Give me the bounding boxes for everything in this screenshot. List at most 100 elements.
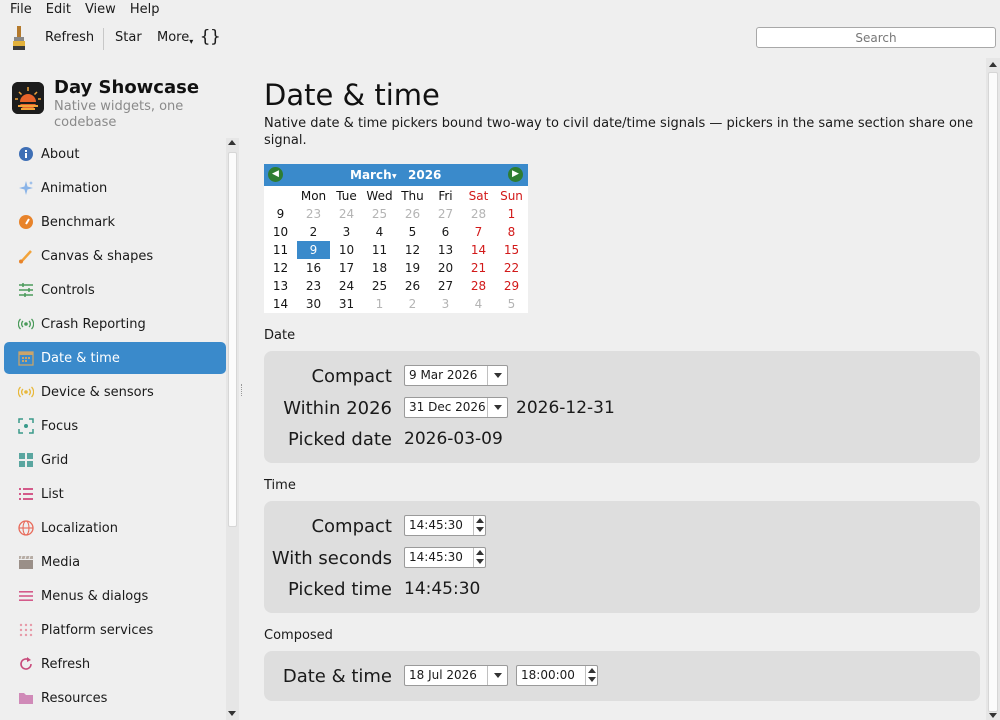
sidebar-item-focus[interactable]: Focus xyxy=(4,410,226,442)
calendar-year[interactable]: 2026 xyxy=(408,168,441,182)
more-button[interactable]: More▾ xyxy=(157,30,193,46)
menu-file[interactable]: File xyxy=(10,2,32,17)
scroll-down-arrow-icon[interactable] xyxy=(228,711,236,716)
calendar-day[interactable]: 28 xyxy=(462,277,495,295)
sidebar-scrollbar-thumb[interactable] xyxy=(228,152,237,527)
compact-date-picker[interactable]: 9 Mar 2026 xyxy=(404,365,508,386)
calendar-day[interactable]: 28 xyxy=(462,205,495,223)
sidebar-item-media[interactable]: Media xyxy=(4,546,226,578)
calendar-day[interactable]: 6 xyxy=(429,223,462,241)
calendar-day[interactable]: 29 xyxy=(495,277,528,295)
calendar-day[interactable]: 1 xyxy=(363,295,396,313)
sidebar-item-device-sensors[interactable]: Device & sensors xyxy=(4,376,226,408)
weekday-header: Wed xyxy=(366,189,393,203)
star-button[interactable]: Star xyxy=(115,30,142,45)
scroll-up-arrow-icon[interactable] xyxy=(228,140,236,145)
calendar-day[interactable]: 31 xyxy=(330,295,363,313)
sidebar-item-animation[interactable]: Animation xyxy=(4,172,226,204)
spin-arrows-icon[interactable] xyxy=(473,548,485,567)
calendar-day[interactable]: 8 xyxy=(495,223,528,241)
calendar-month[interactable]: March xyxy=(350,168,392,182)
menu-edit[interactable]: Edit xyxy=(46,2,71,17)
splitter-handle[interactable] xyxy=(241,384,243,396)
spin-arrows-icon[interactable] xyxy=(585,666,597,685)
sidebar-item-grid[interactable]: Grid xyxy=(4,444,226,476)
menu-help[interactable]: Help xyxy=(130,2,160,17)
calendar-day[interactable]: 1 xyxy=(495,205,528,223)
chevron-down-icon[interactable] xyxy=(487,398,507,417)
chevron-down-icon[interactable] xyxy=(487,666,507,685)
within-date-picker[interactable]: 31 Dec 2026 xyxy=(404,397,508,418)
scroll-down-arrow-icon[interactable] xyxy=(989,713,997,718)
calendar-day[interactable]: 14 xyxy=(462,241,495,259)
content-scrollbar-thumb[interactable] xyxy=(988,72,998,712)
spin-arrows-icon[interactable] xyxy=(473,516,485,535)
braces-button[interactable]: {} xyxy=(200,27,220,47)
calendar-day[interactable]: 11 xyxy=(363,241,396,259)
compact-time-picker[interactable]: 14:45:30 xyxy=(404,515,486,536)
refresh-button[interactable]: Refresh xyxy=(45,30,94,45)
sidebar-item-platform-services[interactable]: Platform services xyxy=(4,614,226,646)
calendar-day[interactable]: 23 xyxy=(297,205,330,223)
sidebar-item-localization[interactable]: Localization xyxy=(4,512,226,544)
calendar-day[interactable]: 25 xyxy=(363,277,396,295)
sidebar-item-crash-reporting[interactable]: Crash Reporting xyxy=(4,308,226,340)
calendar-day[interactable]: 26 xyxy=(396,277,429,295)
sidebar-item-canvas-shapes[interactable]: Canvas & shapes xyxy=(4,240,226,272)
calendar-day[interactable]: 26 xyxy=(396,205,429,223)
calendar-header: ◀ March ▼ 2026 ▶ xyxy=(264,164,528,186)
composed-time-picker[interactable]: 18:00:00 xyxy=(516,665,598,686)
sidebar-item-menus-dialogs[interactable]: Menus & dialogs xyxy=(4,580,226,612)
calendar-day[interactable]: 4 xyxy=(462,295,495,313)
calendar-day[interactable]: 3 xyxy=(429,295,462,313)
calendar-day[interactable]: 27 xyxy=(429,205,462,223)
calendar-day-selected[interactable]: 9 xyxy=(297,241,330,259)
scroll-up-arrow-icon[interactable] xyxy=(989,62,997,67)
sidebar-item-resources[interactable]: Resources xyxy=(4,682,226,714)
calendar-day[interactable]: 25 xyxy=(363,205,396,223)
sidebar-scrollbar[interactable] xyxy=(226,138,239,720)
seconds-time-picker[interactable]: 14:45:30 xyxy=(404,547,486,568)
calendar-day[interactable]: 20 xyxy=(429,259,462,277)
sidebar-item-date-time[interactable]: Date & time xyxy=(4,342,226,374)
calendar-day[interactable]: 12 xyxy=(396,241,429,259)
week-number: 14 xyxy=(272,297,289,311)
search-input[interactable] xyxy=(756,27,996,48)
calendar-day[interactable]: 2 xyxy=(396,295,429,313)
sidebar-item-refresh[interactable]: Refresh xyxy=(4,648,226,680)
calendar-day[interactable]: 5 xyxy=(396,223,429,241)
calendar-day[interactable]: 30 xyxy=(297,295,330,313)
calendar-day[interactable]: 27 xyxy=(429,277,462,295)
calendar-day[interactable]: 16 xyxy=(297,259,330,277)
next-month-icon[interactable]: ▶ xyxy=(508,167,523,182)
calendar-day[interactable]: 2 xyxy=(297,223,330,241)
refresh-icon xyxy=(18,656,34,672)
calendar-day[interactable]: 17 xyxy=(330,259,363,277)
weekday-header: Sun xyxy=(500,189,523,203)
sidebar-item-benchmark[interactable]: Benchmark xyxy=(4,206,226,238)
composed-date-picker[interactable]: 18 Jul 2026 xyxy=(404,665,508,686)
calendar-day[interactable]: 24 xyxy=(330,205,363,223)
calendar-day[interactable]: 15 xyxy=(495,241,528,259)
calendar-day[interactable]: 4 xyxy=(363,223,396,241)
chevron-down-icon[interactable] xyxy=(487,366,507,385)
calendar-day[interactable]: 23 xyxy=(297,277,330,295)
calendar-day[interactable]: 7 xyxy=(462,223,495,241)
prev-month-icon[interactable]: ◀ xyxy=(268,167,283,182)
sidebar-item-about[interactable]: About xyxy=(4,138,226,170)
content-scrollbar[interactable] xyxy=(986,58,1000,720)
calendar-day[interactable]: 24 xyxy=(330,277,363,295)
calendar-widget[interactable]: ◀ March ▼ 2026 ▶ Mon Tue Wed Thu Fri Sat… xyxy=(264,164,528,313)
calendar-day[interactable]: 19 xyxy=(396,259,429,277)
calendar-day[interactable]: 13 xyxy=(429,241,462,259)
menu-view[interactable]: View xyxy=(85,2,116,17)
calendar-day[interactable]: 18 xyxy=(363,259,396,277)
calendar-day[interactable]: 3 xyxy=(330,223,363,241)
date-section-label: Date xyxy=(264,328,296,343)
calendar-day[interactable]: 10 xyxy=(330,241,363,259)
sidebar-item-list[interactable]: List xyxy=(4,478,226,510)
calendar-day[interactable]: 21 xyxy=(462,259,495,277)
sidebar-item-controls[interactable]: Controls xyxy=(4,274,226,306)
calendar-day[interactable]: 5 xyxy=(495,295,528,313)
calendar-day[interactable]: 22 xyxy=(495,259,528,277)
